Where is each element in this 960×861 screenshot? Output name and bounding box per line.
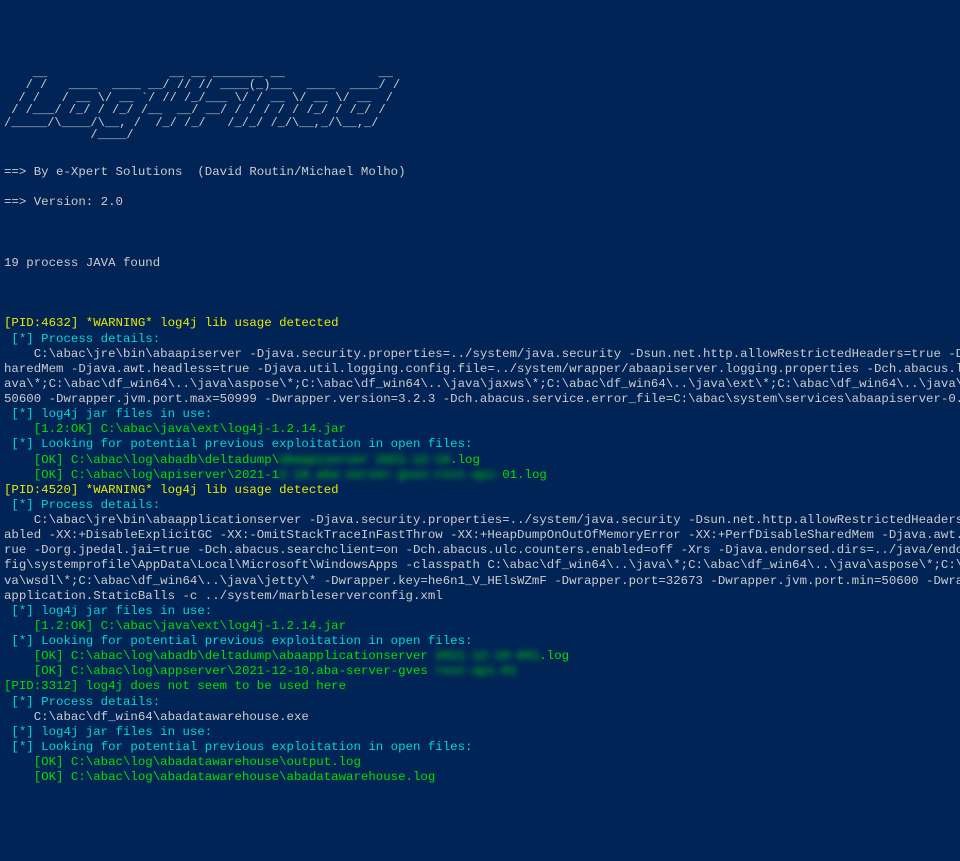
log-line: application.StaticBalls -c ../system/mar… <box>4 589 956 604</box>
log-line: abled -XX:+DisableExplicitGC -XX:-OmitSt… <box>4 528 956 543</box>
log-line: fig\systemprofile\AppData\Local\Microsof… <box>4 558 956 573</box>
log-line: [*] Looking for potential previous explo… <box>4 634 956 649</box>
log-line: [OK] C:\abac\log\apiserver\2021-12-10.ab… <box>4 468 956 483</box>
log-line: 50600 -Dwrapper.jvm.port.max=50999 -Dwra… <box>4 392 956 407</box>
log-line: rue -Dorg.jpedal.jai=true -Dch.abacus.se… <box>4 543 956 558</box>
log-line: [OK] C:\abac\log\abadatawarehouse\abadat… <box>4 770 956 785</box>
log-line: [*] Process details: <box>4 332 956 347</box>
log-line: haredMem -Djava.awt.headless=true -Djava… <box>4 362 956 377</box>
log-line: [1.2:OK] C:\abac\java\ext\log4j-1.2.14.j… <box>4 619 956 634</box>
log-line: [PID:4632] *WARNING* log4j lib usage det… <box>4 316 956 331</box>
log-line: ava\*;C:\abac\df_win64\..\java\aspose\*;… <box>4 377 956 392</box>
log-line: [OK] C:\abac\log\abadatawarehouse\output… <box>4 755 956 770</box>
log-line: C:\abac\jre\bin\abaapplicationserver -Dj… <box>4 513 956 528</box>
log-line: [*] log4j jar files in use: <box>4 604 956 619</box>
log-line: [OK] C:\abac\log\appserver\2021-12-10.ab… <box>4 664 956 679</box>
log-line: [*] log4j jar files in use: <box>4 725 956 740</box>
ascii-logo: __ __ __ _______ __ __ / / ____ ____ __/… <box>4 67 956 143</box>
log-line: [PID:3312] log4j does not seem to be use… <box>4 679 956 694</box>
log-line: [*] log4j jar files in use: <box>4 407 956 422</box>
log-line: [*] Looking for potential previous explo… <box>4 740 956 755</box>
log-line: [OK] C:\abac\log\abadb\deltadump\abaappl… <box>4 649 956 664</box>
log-line: [*] Process details: <box>4 695 956 710</box>
log-line: [1.2:OK] C:\abac\java\ext\log4j-1.2.14.j… <box>4 422 956 437</box>
log-line: [*] Process details: <box>4 498 956 513</box>
log-line: [PID:4520] *WARNING* log4j lib usage det… <box>4 483 956 498</box>
log-line: [OK] C:\abac\log\abadb\deltadump\abaapis… <box>4 453 956 468</box>
log-line: [*] Looking for potential previous explo… <box>4 437 956 452</box>
log-line: C:\abac\jre\bin\abaapiserver -Djava.secu… <box>4 347 956 362</box>
log-output: [PID:4632] *WARNING* log4j lib usage det… <box>4 316 956 785</box>
version-line: ==> Version: 2.0 <box>4 195 956 210</box>
log-line: C:\abac\df_win64\abadatawarehouse.exe <box>4 710 956 725</box>
summary-line: 19 process JAVA found <box>4 256 956 271</box>
credit-line: ==> By e-Xpert Solutions (David Routin/M… <box>4 165 956 180</box>
log-line: va\wsdl\*;C:\abac\df_win64\..\java\jetty… <box>4 574 956 589</box>
